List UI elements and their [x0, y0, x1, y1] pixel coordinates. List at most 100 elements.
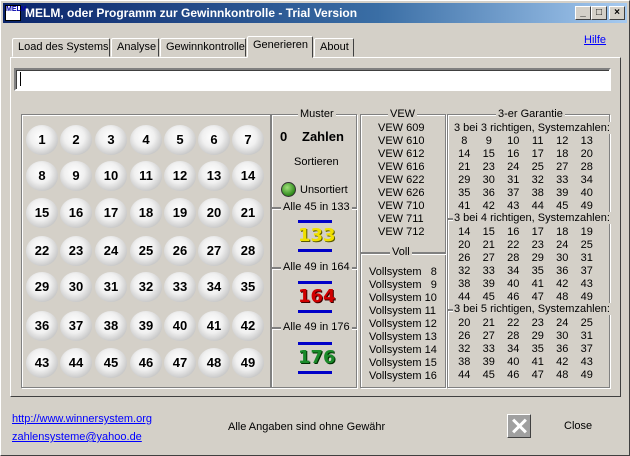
- garantie-row: 29 30 31 32 33 34: [452, 174, 599, 186]
- garantie-number: 40: [507, 356, 520, 368]
- number-ball[interactable]: 42: [232, 311, 264, 341]
- vew-item[interactable]: VEW 612: [378, 148, 424, 160]
- close-button[interactable]: ×: [609, 6, 625, 20]
- garantie-number: 41: [458, 200, 471, 212]
- number-ball[interactable]: 45: [95, 348, 127, 378]
- vollsystem-item[interactable]: Vollsystem 8: [369, 266, 437, 278]
- vew-item[interactable]: VEW 610: [378, 135, 424, 147]
- number-ball[interactable]: 6: [198, 125, 230, 155]
- tab-gewinnkontrolle[interactable]: Gewinnkontrolle: [160, 38, 246, 57]
- garantie-number: 34: [580, 174, 593, 186]
- vollsystem-item[interactable]: Vollsystem 12: [369, 318, 437, 330]
- help-link[interactable]: Hilfe: [584, 34, 606, 46]
- tab-load-des-systems[interactable]: Load des Systems: [12, 38, 110, 57]
- number-ball[interactable]: 26: [164, 236, 196, 266]
- number-ball[interactable]: 12: [164, 161, 196, 191]
- vew-item[interactable]: VEW 626: [378, 187, 424, 199]
- vew-item[interactable]: VEW 616: [378, 161, 424, 173]
- vollsystem-item[interactable]: Vollsystem 10: [369, 292, 437, 304]
- garantie-number: 49: [580, 291, 593, 303]
- vew-item[interactable]: VEW 710: [378, 200, 424, 212]
- vollsystem-item[interactable]: Vollsystem 15: [369, 357, 437, 369]
- garantie-section-title: 3 bei 3 richtigen, Systemzahlen:: [453, 122, 611, 134]
- number-ball[interactable]: 8: [26, 161, 58, 191]
- number-ball[interactable]: 5: [164, 125, 196, 155]
- number-ball[interactable]: 21: [232, 198, 264, 228]
- number-ball[interactable]: 22: [26, 236, 58, 266]
- set-164-button[interactable]: 164: [298, 281, 336, 313]
- number-ball[interactable]: 37: [60, 311, 92, 341]
- garantie-row: 14 15 16 17 18 20: [452, 148, 599, 160]
- number-ball[interactable]: 36: [26, 311, 58, 341]
- number-ball[interactable]: 48: [198, 348, 230, 378]
- minimize-button[interactable]: _: [575, 6, 591, 20]
- tab-generieren[interactable]: Generieren: [247, 36, 313, 58]
- email-link[interactable]: zahlensysteme@yahoo.de: [12, 431, 142, 443]
- number-ball[interactable]: 27: [198, 236, 230, 266]
- garantie-number: 28: [507, 330, 520, 342]
- number-ball[interactable]: 46: [130, 348, 162, 378]
- number-ball[interactable]: 33: [164, 272, 196, 302]
- title-bar[interactable]: MELM MELM, oder Programm zur Gewinnkontr…: [3, 3, 627, 23]
- number-ball[interactable]: 10: [95, 161, 127, 191]
- number-ball[interactable]: 47: [164, 348, 196, 378]
- number-ball[interactable]: 38: [95, 311, 127, 341]
- number-ball[interactable]: 39: [130, 311, 162, 341]
- vew-item[interactable]: VEW 712: [378, 226, 424, 238]
- close-icon[interactable]: [507, 414, 531, 438]
- number-ball[interactable]: 16: [60, 198, 92, 228]
- number-ball[interactable]: 18: [130, 198, 162, 228]
- vew-item[interactable]: VEW 609: [378, 122, 424, 134]
- number-ball[interactable]: 9: [60, 161, 92, 191]
- number-ball[interactable]: 31: [95, 272, 127, 302]
- number-ball[interactable]: 3: [95, 125, 127, 155]
- website-link[interactable]: http://www.winnersystem.org: [12, 413, 152, 425]
- tab-analyse[interactable]: Analyse: [111, 38, 159, 57]
- set-133-button[interactable]: 133: [298, 220, 336, 252]
- vollsystem-item[interactable]: Vollsystem 13: [369, 331, 437, 343]
- vew-item[interactable]: VEW 711: [378, 213, 424, 225]
- garantie-number: 33: [482, 265, 495, 277]
- garantie-number: 43: [580, 278, 593, 290]
- number-ball[interactable]: 11: [130, 161, 162, 191]
- number-ball[interactable]: 25: [130, 236, 162, 266]
- number-ball[interactable]: 49: [232, 348, 264, 378]
- vollsystem-item[interactable]: Vollsystem 14: [369, 344, 437, 356]
- number-ball[interactable]: 43: [26, 348, 58, 378]
- number-ball[interactable]: 41: [198, 311, 230, 341]
- number-ball[interactable]: 28: [232, 236, 264, 266]
- tab-about[interactable]: About: [314, 38, 354, 57]
- number-ball[interactable]: 4: [130, 125, 162, 155]
- number-ball[interactable]: 2: [60, 125, 92, 155]
- number-ball[interactable]: 20: [198, 198, 230, 228]
- close-label[interactable]: Close: [564, 420, 592, 432]
- garantie-number: 25: [580, 317, 593, 329]
- number-ball[interactable]: 34: [198, 272, 230, 302]
- number-ball[interactable]: 15: [26, 198, 58, 228]
- number-ball[interactable]: 30: [60, 272, 92, 302]
- garantie-number: 26: [458, 330, 471, 342]
- vew-item[interactable]: VEW 622: [378, 174, 424, 186]
- maximize-button[interactable]: □: [591, 6, 607, 20]
- vollsystem-item[interactable]: Vollsystem 16: [369, 370, 437, 382]
- vollsystem-item[interactable]: Vollsystem 9: [369, 279, 437, 291]
- number-ball[interactable]: 23: [60, 236, 92, 266]
- sortieren-button[interactable]: Sortieren: [294, 156, 339, 168]
- vollsystem-item[interactable]: Vollsystem 11: [369, 305, 436, 317]
- number-ball[interactable]: 40: [164, 311, 196, 341]
- number-ball[interactable]: 14: [232, 161, 264, 191]
- number-ball[interactable]: 19: [164, 198, 196, 228]
- set-176-button[interactable]: 176: [298, 342, 336, 374]
- garantie-number: 17: [531, 226, 544, 238]
- garantie-section-title: 3 bei 4 richtigen, Systemzahlen:: [453, 212, 611, 224]
- number-ball[interactable]: 44: [60, 348, 92, 378]
- number-ball[interactable]: 29: [26, 272, 58, 302]
- number-ball[interactable]: 24: [95, 236, 127, 266]
- number-ball[interactable]: 17: [95, 198, 127, 228]
- number-ball[interactable]: 1: [26, 125, 58, 155]
- numbers-input[interactable]: [14, 68, 611, 91]
- number-ball[interactable]: 32: [130, 272, 162, 302]
- number-ball[interactable]: 13: [198, 161, 230, 191]
- number-ball[interactable]: 7: [232, 125, 264, 155]
- number-ball[interactable]: 35: [232, 272, 264, 302]
